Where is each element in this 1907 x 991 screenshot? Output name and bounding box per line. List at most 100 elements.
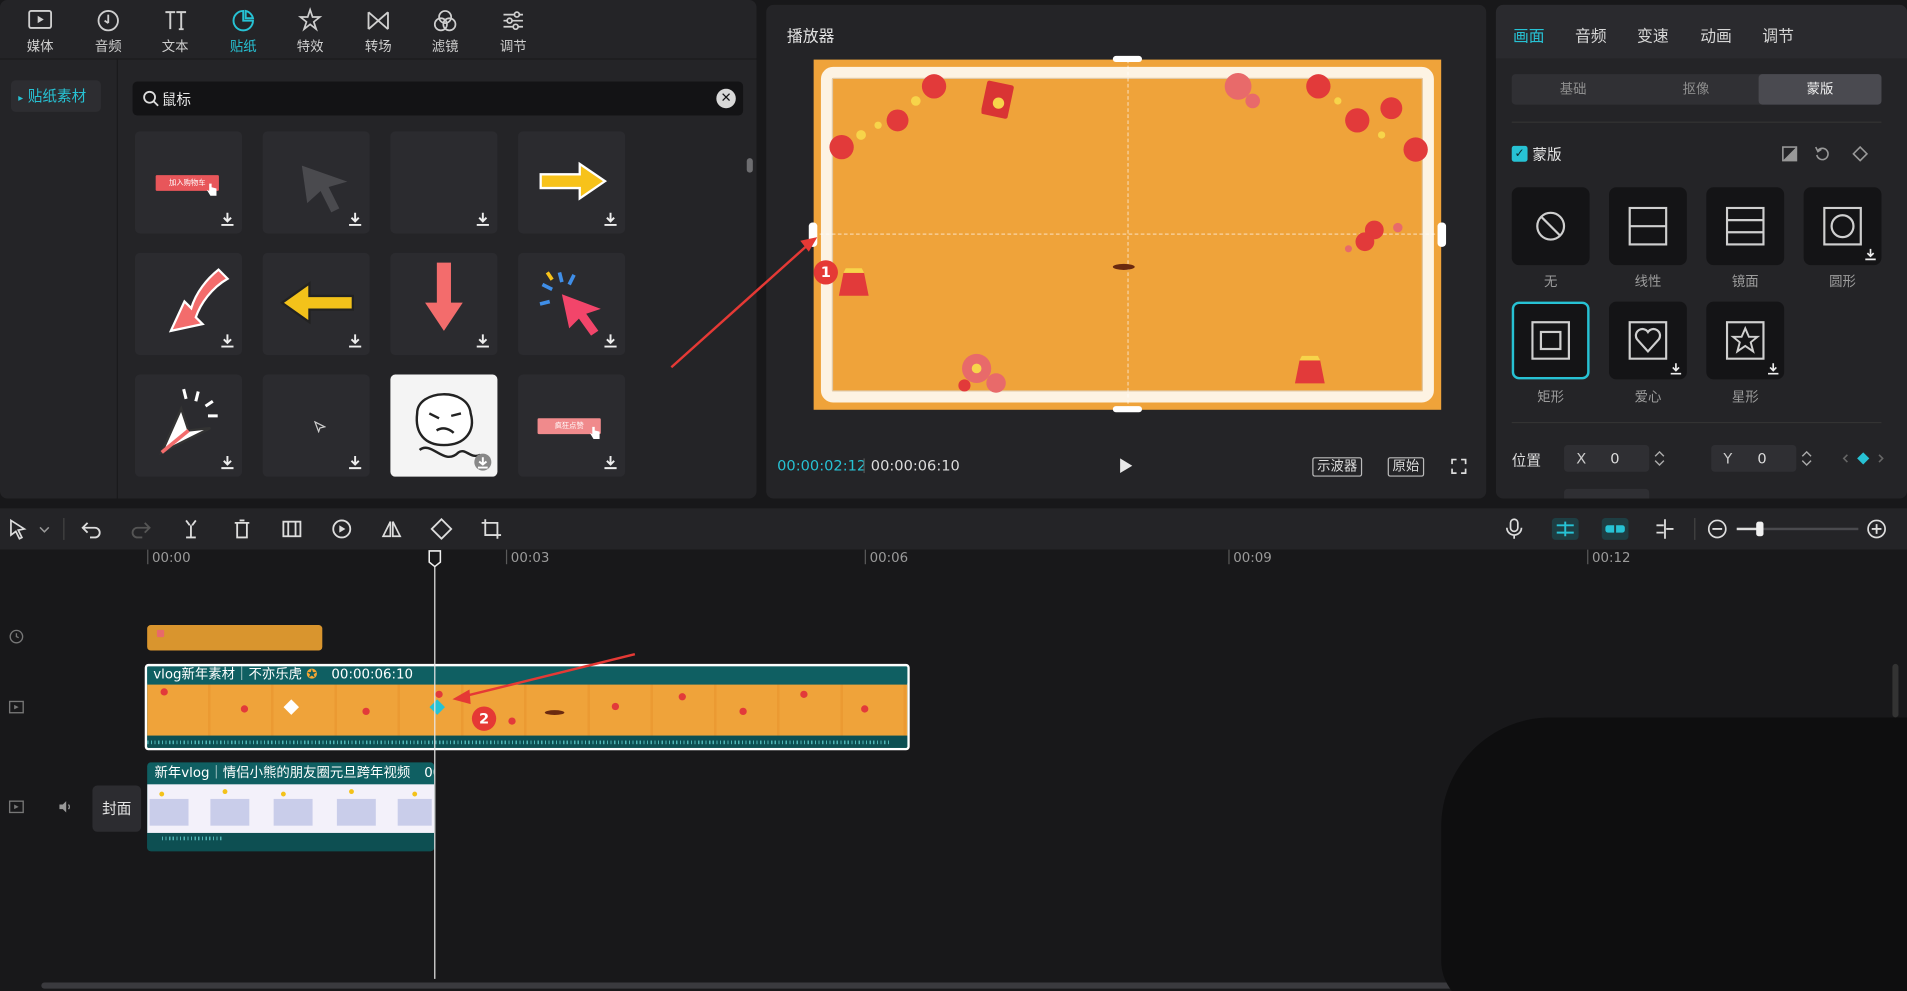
mask-shape-linear[interactable] (1609, 187, 1687, 266)
sticker-red-curved-arrow[interactable] (134, 252, 243, 356)
tool-transition[interactable]: 转场 (351, 7, 405, 56)
tab-adjust[interactable]: 调节 (1762, 23, 1794, 46)
split-icon[interactable] (180, 518, 202, 540)
resize-handle-right[interactable] (1437, 222, 1447, 247)
tool-sticker[interactable]: 贴纸 (216, 7, 270, 56)
position-keyframe-icon[interactable] (1842, 450, 1884, 467)
subtab-mask[interactable]: 蒙版 (1758, 74, 1882, 105)
subtab-cutout[interactable]: 抠像 (1635, 74, 1758, 104)
freeze-frame-icon[interactable] (281, 518, 303, 540)
resize-handle-bottom[interactable] (1112, 406, 1143, 413)
video-preview[interactable] (808, 55, 1447, 413)
download-icon[interactable] (1766, 361, 1781, 376)
fullscreen-icon[interactable] (1451, 458, 1467, 474)
download-icon[interactable] (1863, 247, 1878, 262)
mask-shape-heart[interactable] (1609, 301, 1687, 380)
download-icon[interactable] (1669, 361, 1684, 376)
sticker-add-to-cart[interactable]: 加入购物车 (134, 131, 243, 234)
download-icon[interactable] (219, 332, 236, 349)
sticker-red-down-arrow[interactable] (390, 252, 498, 356)
reset-icon[interactable] (1814, 146, 1831, 162)
zoom-slider-thumb[interactable] (1756, 521, 1764, 537)
timeline-vertical-scrollbar[interactable] (1892, 663, 1899, 718)
tool-text[interactable]: 文本 (148, 7, 202, 56)
tool-audio[interactable]: 音频 (81, 7, 135, 56)
asset-scrollbar[interactable] (746, 158, 753, 173)
mask-shape-mirror[interactable] (1706, 187, 1785, 266)
crop-icon[interactable] (480, 518, 502, 540)
tab-animation[interactable]: 动画 (1700, 23, 1732, 46)
sticker-small-cursor[interactable] (262, 374, 370, 477)
mute-audio-icon[interactable] (57, 799, 73, 815)
download-icon[interactable] (602, 454, 619, 471)
download-icon[interactable] (347, 332, 364, 349)
mask-checkbox[interactable]: ✓ (1511, 145, 1528, 162)
download-icon[interactable] (602, 210, 619, 227)
mirror-flip-icon[interactable] (381, 518, 403, 540)
microphone-icon[interactable] (1503, 518, 1525, 540)
delete-icon[interactable] (231, 518, 253, 540)
tab-speed[interactable]: 变速 (1637, 23, 1669, 46)
mask-shape-none[interactable] (1511, 187, 1590, 266)
zoom-out-icon[interactable] (1706, 518, 1728, 540)
sticker-blank[interactable] (390, 131, 498, 234)
tool-adjust[interactable]: 调节 (486, 7, 540, 56)
sticker-crazy-like[interactable]: 疯狂点赞 (518, 374, 626, 477)
select-cursor-icon[interactable] (7, 518, 29, 540)
preview-axis-icon[interactable] (1654, 518, 1676, 540)
download-icon[interactable] (474, 210, 491, 227)
tab-picture[interactable]: 画面 (1513, 23, 1545, 46)
undo-icon[interactable] (80, 518, 102, 540)
sticker-yellow-left-arrow[interactable] (262, 252, 370, 356)
clear-search-button[interactable]: ✕ (716, 88, 736, 109)
tool-filter[interactable]: 滤镜 (418, 7, 472, 56)
download-icon[interactable] (347, 210, 364, 227)
scope-button[interactable]: 示波器 (1312, 457, 1363, 477)
download-icon[interactable] (219, 454, 236, 471)
search-input[interactable]: 鼠标 (162, 89, 191, 110)
search-bar[interactable]: 鼠标 ✕ (132, 81, 744, 116)
video-clip-couple-vlog[interactable]: 新年vlog｜情侣小熊的朋友圈元旦跨年视频 00:0 (147, 762, 435, 852)
ratio-button[interactable]: 原始 (1387, 457, 1425, 477)
link-button[interactable] (1601, 518, 1629, 540)
mask-shape-rectangle[interactable] (1511, 301, 1590, 380)
subtab-basic[interactable]: 基础 (1512, 74, 1635, 104)
playhead-handle-icon[interactable] (428, 550, 442, 568)
sticker-white-pointer[interactable] (134, 374, 243, 477)
play-icon[interactable] (1119, 457, 1134, 474)
sticker-clip[interactable] (147, 625, 323, 651)
reverse-play-icon[interactable] (331, 518, 353, 540)
y-stepper-icon[interactable] (1801, 449, 1812, 468)
download-icon[interactable] (219, 210, 236, 227)
download-icon[interactable] (602, 332, 619, 349)
cover-button[interactable]: 封面 (92, 785, 142, 832)
sticker-yellow-right-arrow[interactable] (518, 131, 626, 234)
mask-shape-star[interactable] (1706, 301, 1785, 380)
x-field[interactable]: X 0 (1564, 445, 1650, 472)
sidebar-item-sticker-assets[interactable]: ▸ 贴纸素材 (10, 80, 101, 112)
playhead-line[interactable] (434, 558, 436, 979)
download-icon[interactable] (347, 454, 364, 471)
download-icon[interactable] (474, 453, 492, 471)
invert-mask-icon[interactable] (1782, 146, 1798, 162)
y-field[interactable]: Y 0 (1711, 445, 1797, 472)
zoom-in-icon[interactable] (1866, 518, 1888, 540)
rotate-icon[interactable] (430, 518, 453, 540)
zoom-slider-track[interactable] (1736, 521, 1859, 537)
sticker-gray-arrow[interactable] (262, 131, 370, 234)
tab-audio[interactable]: 音频 (1575, 23, 1607, 46)
redo-icon[interactable] (130, 518, 152, 540)
x-value[interactable]: 0 (1610, 445, 1619, 472)
sticker-click-burst-cursor[interactable] (518, 252, 626, 356)
resize-handle-top[interactable] (1112, 55, 1143, 63)
download-icon[interactable] (474, 332, 491, 349)
tool-effects[interactable]: 特效 (283, 7, 337, 56)
x-stepper-icon[interactable] (1654, 449, 1665, 468)
resize-handle-left[interactable] (808, 222, 818, 247)
keyframe-diamond-icon[interactable] (1852, 145, 1869, 162)
main-track-magnet-button[interactable] (1551, 518, 1579, 540)
sticker-meme-face[interactable] (390, 374, 498, 477)
video-clip-vlog-material[interactable]: vlog新年素材｜不亦乐虎 ✪ 00:00:06:10 (144, 663, 910, 751)
y-value[interactable]: 0 (1757, 445, 1766, 472)
chevron-down-icon[interactable] (39, 524, 50, 535)
